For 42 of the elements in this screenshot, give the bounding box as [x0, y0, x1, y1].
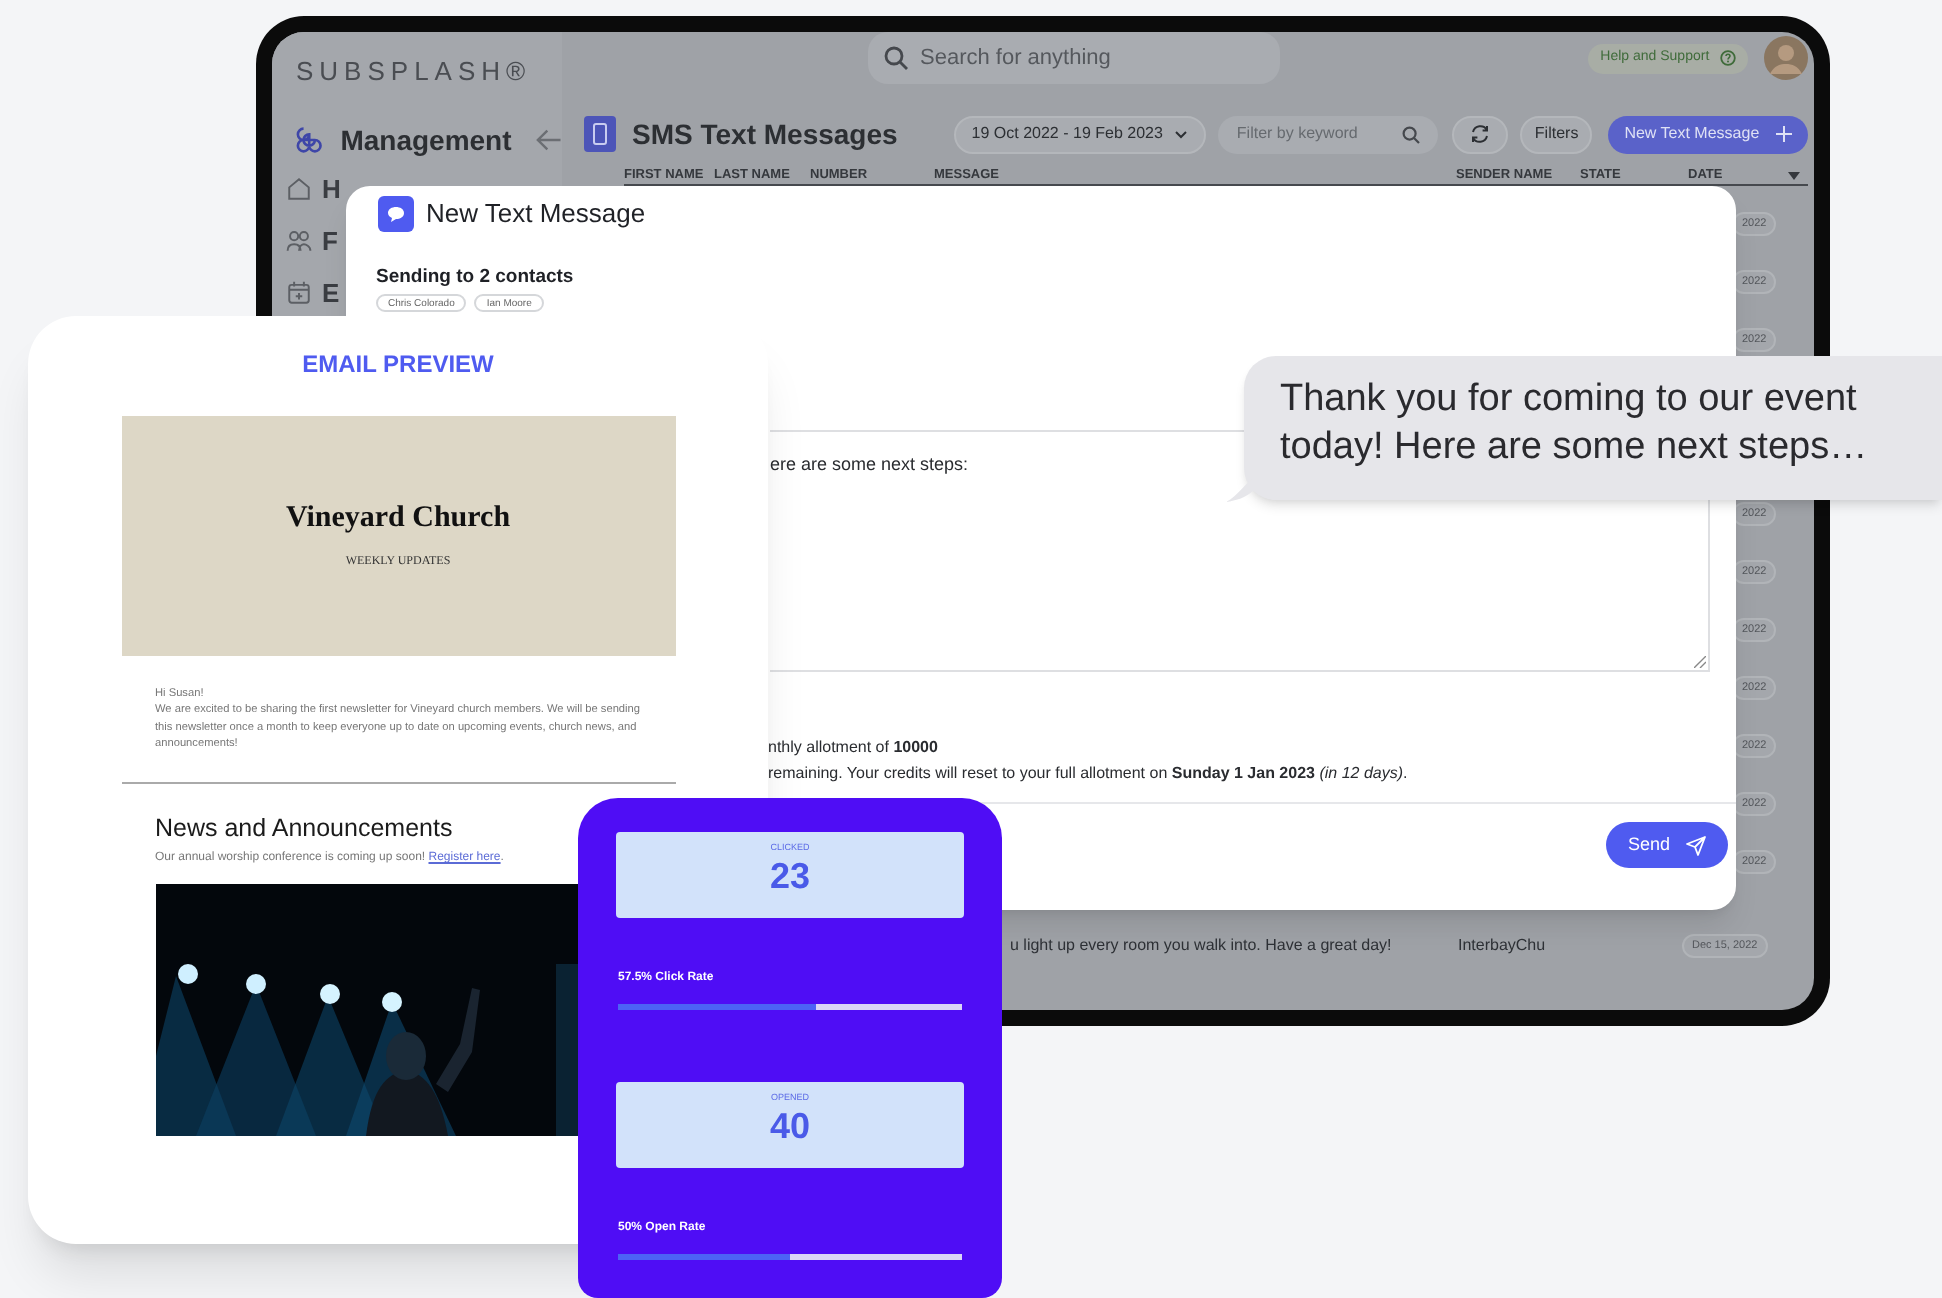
modal-title: New Text Message [426, 196, 646, 233]
section-heading: News and Announcements [155, 812, 455, 844]
recipients-heading: Sending to 2 contacts [376, 266, 576, 290]
search-icon [1402, 125, 1421, 143]
new-message-button[interactable]: New Text Message [1608, 115, 1808, 153]
paper-plane-icon [1686, 835, 1707, 855]
search-field[interactable]: Search for anything [868, 32, 1280, 84]
avatar-icon [1763, 36, 1808, 80]
refresh-button[interactable] [1452, 115, 1509, 153]
sidebar-item[interactable]: E [286, 280, 340, 306]
church-name: Vineyard Church [285, 500, 511, 536]
sidebar-item[interactable]: F [286, 228, 338, 254]
house-icon [286, 176, 312, 202]
filter-field[interactable]: Filter by keyword [1218, 115, 1439, 153]
table-cell-text: InterbayChu [1458, 934, 1548, 958]
card-title: EMAIL PREVIEW [302, 350, 494, 378]
sort-caret-icon [1788, 171, 1800, 179]
page-title: SMS Text Messages [632, 115, 898, 154]
sidebar-item[interactable]: H [286, 176, 341, 202]
filters-button[interactable]: Filters [1520, 115, 1593, 153]
chat-bubble-icon [378, 196, 414, 232]
stat-value: 23 [769, 854, 811, 898]
app-logo: SUBSPLASH® [296, 56, 534, 88]
chevron-down-icon [1174, 129, 1189, 139]
speech-bubble-tooltip: Thank you for coming to our event today! Here are some next steps… [1244, 356, 1942, 500]
plus-icon [1775, 126, 1792, 142]
send-button[interactable]: Send [1606, 822, 1728, 868]
section-title: Management [340, 121, 512, 160]
people-icon [286, 228, 312, 254]
phone-icon [584, 116, 616, 152]
calendar-icon [286, 280, 312, 306]
refresh-icon [1470, 124, 1491, 144]
bubble-tail-icon [1226, 478, 1254, 502]
resize-handle-icon [1694, 656, 1706, 668]
allotment-text: nthly allotment of 10000 [768, 736, 940, 760]
allotment-text: remaining. Your credits will reset to your full allotment on Sunday 1 Jan 2023 (in 12 days). [768, 762, 1410, 786]
date-range-dropdown[interactable]: 19 Oct 2022 - 19 Feb 2023 [953, 115, 1207, 153]
help-icon [1719, 50, 1736, 66]
back-arrow-icon [535, 128, 562, 152]
table-cell-text: u light up every room you walk into. Have a great day! [1010, 934, 1394, 958]
stat-value: 40 [769, 1104, 811, 1148]
search-icon [884, 46, 908, 70]
